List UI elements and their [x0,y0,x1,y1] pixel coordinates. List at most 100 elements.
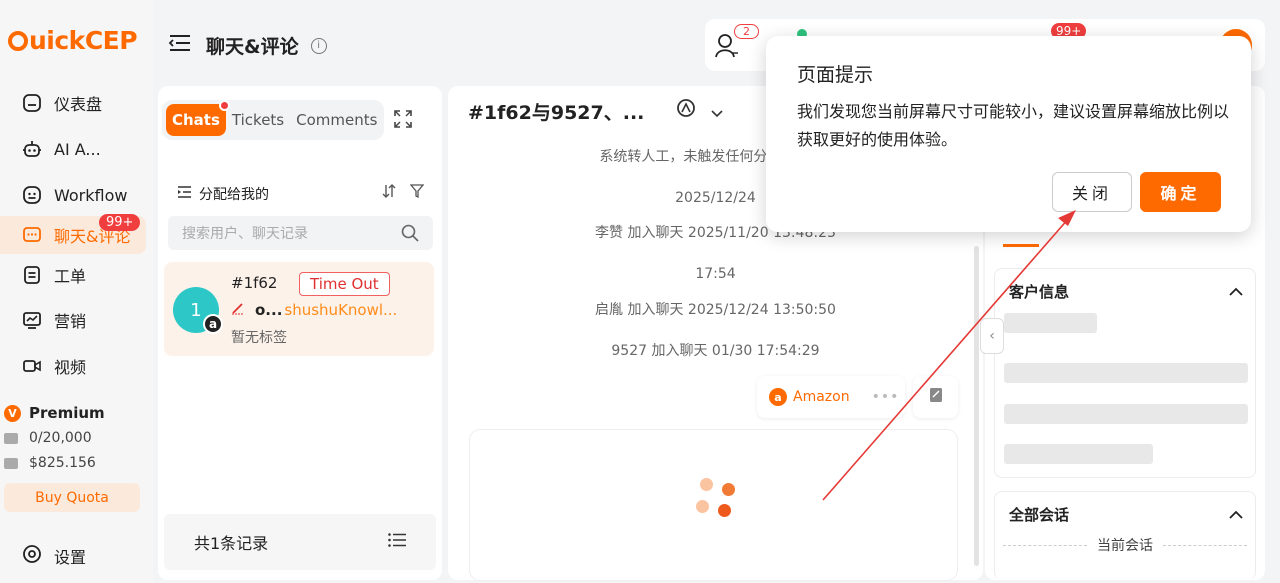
channel-selector[interactable]: a Amazon ••• [757,376,905,418]
dialog-body: 我们发现您当前屏幕尺寸可能较小，建议设置屏幕缩放比例以获取更好的使用体验。 [797,102,1230,149]
close-button[interactable]: 关闭 [1052,172,1132,212]
conversation-title: #1f62与9527、... [468,102,645,124]
marketing-icon [22,310,42,330]
sidebar: uickCEP 仪表盘 AI A... Workflow 聊天&评论 99+ 工… [0,0,153,583]
page-title-text: 聊天&评论 [206,36,299,58]
sidebar-item-label: 营销 [54,312,87,331]
robot-icon [22,139,42,159]
message-input[interactable] [470,430,957,580]
list-item[interactable]: 1 a #1f62 Time Out o... shushuKnowl... 暂… [164,262,434,356]
assigned-label: 分配给我的 [199,187,269,203]
spinner-dot [696,500,709,513]
conversation-source: o... shushuKnowl... [231,301,397,319]
conversation-scrollbar[interactable] [974,246,979,566]
sidebar-item-settings[interactable]: 设置 [22,544,86,568]
video-icon [22,356,42,376]
pencil-icon [231,301,245,319]
conversation-header-tools [676,98,723,122]
premium-icon: V [4,404,21,422]
active-tab-indicator [1003,244,1039,247]
record-count-text: 共1条记录 [194,534,269,553]
customer-info-title[interactable]: 客户信息 [1009,281,1069,302]
workflow-icon [22,185,42,205]
list-tools [382,184,425,202]
chat-unread-badge: 99+ [99,214,141,231]
skeleton-line [1004,363,1248,383]
sort-icon[interactable] [382,184,396,202]
note-button[interactable] [913,376,958,418]
customer-info-card: 客户信息 [994,268,1256,478]
system-message: 启胤 加入聊天 2025/12/24 13:50:50 [595,302,836,318]
list-view-icon[interactable] [388,532,406,551]
current-session-label: 当前会话 [1097,538,1153,554]
tab-tickets[interactable]: Tickets [226,104,290,136]
panel-collapse-button[interactable]: ‹ [980,318,1004,354]
sidebar-item-workflow[interactable]: Workflow [0,176,146,214]
search-placeholder: 搜索用户、聊天记录 [182,226,308,242]
loading-spinner-icon [692,476,740,524]
sidebar-item-label: AI A... [54,139,101,159]
more-icon[interactable]: ••• [872,389,900,405]
system-message: 9527 加入聊天 01/30 17:54:29 [611,343,820,359]
buy-quota-button[interactable]: Buy Quota [4,483,140,512]
info-icon[interactable]: i [310,37,327,54]
logo-text: uickCEP [29,26,138,55]
confirm-button[interactable]: 确定 [1140,172,1221,212]
divider-line [1163,544,1247,546]
agent-count-badge: 2 [734,24,759,39]
spinner-dot [722,483,735,496]
time-divider: 17:54 [695,266,736,282]
logo: uickCEP [8,26,138,55]
plan-label: V Premium [4,404,105,422]
chat-icon [22,225,42,245]
sidebar-item-label: 工单 [54,267,87,286]
agent-status-icon[interactable] [715,33,739,63]
chat-list-panel: Chats Tickets Comments 分配给我的 搜索用户、聊天记录 1… [158,86,442,580]
tab-chats[interactable]: Chats [166,100,230,136]
skeleton-line [1004,404,1248,424]
mail-icon [4,432,18,444]
conversation-sender: o... [255,301,283,319]
settings-icon [22,544,42,568]
sidebar-item-tickets[interactable]: 工单 [0,256,146,294]
sidebar-item-label: Workflow [54,185,128,205]
list-indent-icon [178,186,191,202]
quota-balance: $825.156 [4,455,96,471]
sidebar-item-video[interactable]: 视频 [0,347,146,385]
sidebar-item-dashboard[interactable]: 仪表盘 [0,84,146,122]
conversation-name: #1f62 [231,274,278,292]
assign-agent-icon[interactable] [676,99,696,122]
ticket-icon [22,265,42,285]
fullscreen-icon[interactable] [394,110,412,132]
divider-line [1003,544,1087,546]
chevron-up-icon[interactable] [1229,281,1243,300]
chat-type-tabs: Chats Tickets Comments [162,100,384,140]
menu-collapse-icon[interactable] [168,33,192,58]
tab-comments[interactable]: Comments [290,104,383,136]
sidebar-item-ai-agent[interactable]: AI A... [0,130,146,168]
record-count: 共1条记录 [164,514,436,570]
dashboard-icon [22,93,42,113]
app-window: uickCEP 仪表盘 AI A... Workflow 聊天&评论 99+ 工… [0,0,1280,583]
plan-name: Premium [29,404,105,422]
status-badge: Time Out [299,272,390,296]
skeleton-line [1004,444,1153,464]
conversation-source-name: shushuKnowl... [284,301,398,319]
all-sessions-title[interactable]: 全部会话 [1009,504,1069,525]
search-icon[interactable] [401,224,419,246]
spinner-dot [700,478,713,491]
filter-icon[interactable] [409,184,425,202]
channel-name: Amazon [793,389,850,405]
sidebar-item-marketing[interactable]: 营销 [0,301,146,339]
quota-balance-value: $825.156 [29,455,96,471]
quota-messages: 0/20,000 [4,430,92,446]
chevron-up-icon[interactable] [1229,504,1243,523]
settings-label: 设置 [54,548,87,567]
wallet-icon [4,457,18,469]
sidebar-item-label: 仪表盘 [54,95,103,114]
search-input[interactable]: 搜索用户、聊天记录 [168,216,433,250]
page-tip-dialog: 页面提示 我们发现您当前屏幕尺寸可能较小，建议设置屏幕缩放比例以获取更好的使用体… [766,36,1251,232]
assigned-filter[interactable]: 分配给我的 [178,184,269,204]
unread-dot [218,100,230,111]
chevron-down-icon[interactable] [711,103,723,122]
